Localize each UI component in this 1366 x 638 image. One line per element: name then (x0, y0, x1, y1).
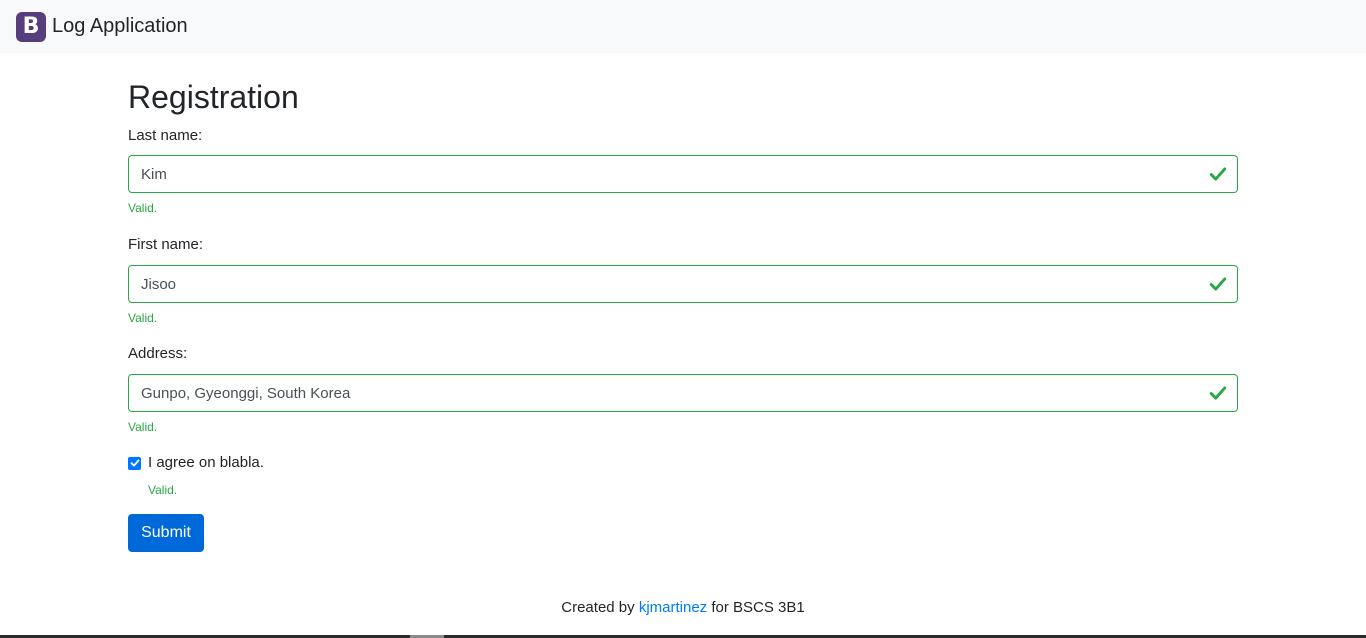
valid-check-icon (1209, 167, 1227, 181)
bootstrap-logo-icon: B (16, 11, 46, 42)
last-name-valid-feedback: Valid. (128, 201, 158, 215)
checkmark-icon (130, 459, 139, 467)
agreement-checkbox[interactable] (128, 456, 141, 470)
last-name-label: Last name: (128, 127, 203, 144)
page-title: Registration (128, 79, 299, 115)
footer-prefix: Created by (561, 599, 635, 616)
address-label: Address: (128, 345, 188, 362)
valid-check-icon (1209, 386, 1227, 400)
first-name-input[interactable] (128, 265, 1238, 303)
footer-suffix: for BSCS 3B1 (711, 599, 805, 616)
agreement-label: I agree on blabla. (148, 454, 264, 471)
author-link[interactable]: kjmartinez (639, 599, 707, 616)
address-valid-feedback: Valid. (128, 420, 158, 434)
navbar: B Log Application (0, 0, 1366, 53)
app-title: Log Application (52, 15, 188, 37)
footer: Created by kjmartinez for BSCS 3B1 (0, 598, 1366, 618)
submit-button[interactable]: Submit (128, 514, 204, 552)
brand-link[interactable]: B Log Application (16, 11, 188, 42)
first-name-valid-feedback: Valid. (128, 311, 158, 325)
agreement-valid-feedback: Valid. (148, 483, 178, 497)
valid-check-icon (1209, 277, 1227, 291)
agreement-row: I agree on blabla. (128, 453, 264, 473)
last-name-input[interactable] (128, 155, 1238, 193)
first-name-label: First name: (128, 236, 204, 253)
address-input[interactable] (128, 374, 1238, 412)
